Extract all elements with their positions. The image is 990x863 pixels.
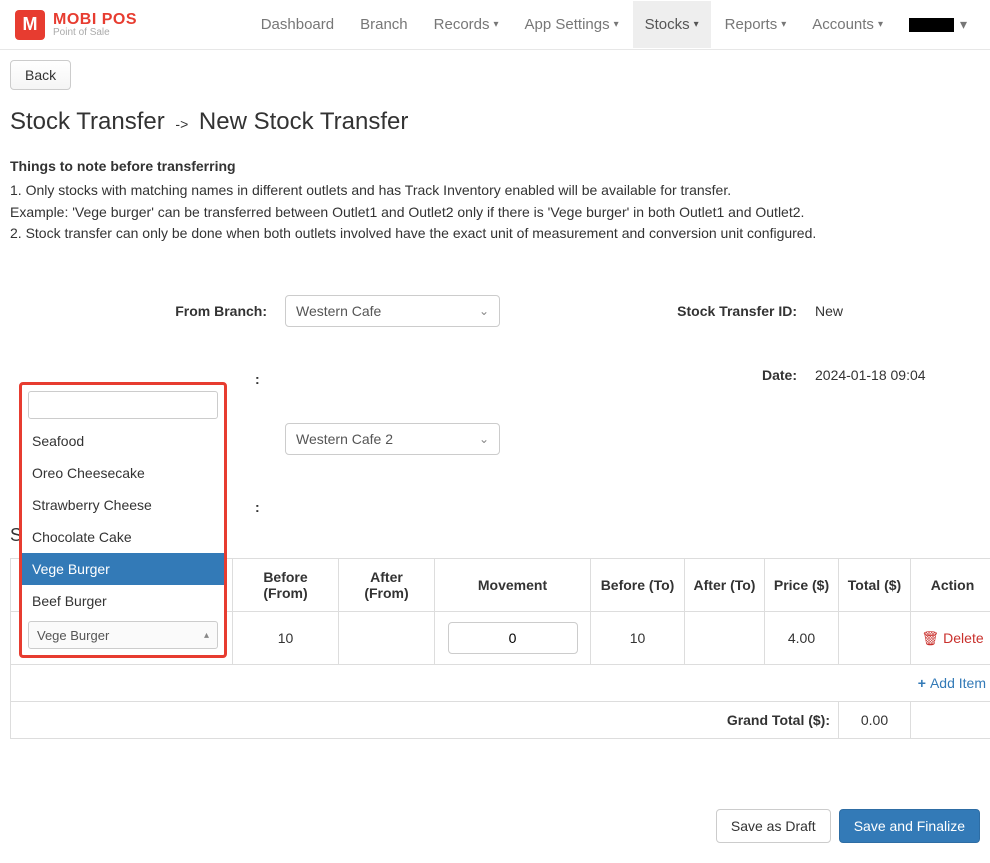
grand-total-action-empty: [911, 702, 990, 739]
obscured-label-tail: :: [255, 371, 260, 387]
date-value: 2024-01-18 09:04: [815, 367, 955, 383]
nav-dashboard[interactable]: Dashboard: [249, 1, 346, 48]
caret-up-icon: ▴: [204, 630, 209, 641]
cell-before-to: 10: [591, 612, 685, 665]
dropdown-option[interactable]: Chocolate Cake: [22, 521, 224, 553]
nav-appsettings[interactable]: App Settings ▾: [513, 1, 631, 48]
transfer-id-value: New: [815, 303, 955, 319]
table-wrapper: Seafood Oreo Cheesecake Strawberry Chees…: [10, 558, 970, 739]
th-after-to: After (To): [685, 559, 765, 612]
cell-before-from: 10: [233, 612, 339, 665]
footer-actions: Save as Draft Save and Finalize: [0, 759, 990, 863]
breadcrumb-current: New Stock Transfer: [199, 108, 408, 135]
item-dropdown-selected-label: Vege Burger: [37, 628, 109, 643]
nav-accounts-label: Accounts: [812, 16, 874, 33]
caret-down-icon: ▾: [960, 16, 967, 33]
from-branch-select[interactable]: Western Cafe ⌄: [285, 295, 500, 327]
movement-input[interactable]: [448, 622, 578, 654]
notes-line: 1. Only stocks with matching names in di…: [10, 180, 980, 202]
item-dropdown-selected-display[interactable]: Vege Burger ▴: [28, 621, 218, 649]
nav-records-label: Records: [434, 16, 490, 33]
nav-dashboard-label: Dashboard: [261, 16, 334, 33]
nav-reports[interactable]: Reports▾: [713, 1, 799, 48]
page-title: Stock Transfer -> New Stock Transfer: [10, 108, 980, 136]
cell-movement: [435, 612, 591, 665]
delete-row-button[interactable]: 🗑Delete: [921, 630, 983, 646]
notes-line: 2. Stock transfer can only be done when …: [10, 223, 980, 245]
delete-label: Delete: [943, 630, 983, 646]
nav-appsettings-label: App Settings: [525, 16, 610, 33]
th-action: Action: [911, 559, 990, 612]
add-item-button[interactable]: +Add Item: [918, 675, 986, 691]
brand-tagline: Point of Sale: [53, 28, 137, 38]
caret-down-icon: ▾: [614, 19, 619, 30]
cell-total: [839, 612, 911, 665]
breadcrumb-root: Stock Transfer: [10, 108, 165, 135]
save-finalize-label: Save and Finalize: [854, 818, 965, 834]
th-total: Total ($): [839, 559, 911, 612]
dropdown-option-highlighted[interactable]: Vege Burger: [22, 553, 224, 585]
nav-menu: Dashboard Branch Records▾ App Settings▾ …: [249, 1, 975, 48]
caret-down-icon: ▾: [878, 19, 883, 30]
dropdown-option[interactable]: Oreo Cheesecake: [22, 457, 224, 489]
breadcrumb-sep: ->: [175, 116, 188, 132]
caret-down-icon: ▾: [781, 19, 786, 30]
th-movement: Movement: [435, 559, 591, 612]
th-before-from: Before (From): [233, 559, 339, 612]
caret-down-icon: ▾: [694, 19, 699, 30]
add-item-row: +Add Item: [11, 665, 990, 702]
navbar: M MOBI POS Point of Sale Dashboard Branc…: [0, 0, 990, 50]
cell-after-from: [339, 612, 435, 665]
save-finalize-button[interactable]: Save and Finalize: [839, 809, 980, 843]
cell-price: 4.00: [765, 612, 839, 665]
nav-user-menu[interactable]: ▾: [897, 1, 975, 48]
th-price: Price ($): [765, 559, 839, 612]
user-redacted: [909, 18, 954, 32]
brand[interactable]: M MOBI POS Point of Sale: [15, 10, 137, 40]
back-label: Back: [25, 67, 56, 83]
trash-icon: 🗑: [921, 630, 939, 646]
cell-after-to: [685, 612, 765, 665]
brand-logo-icon: M: [15, 10, 45, 40]
nav-reports-label: Reports: [725, 16, 778, 33]
dropdown-option[interactable]: Seafood: [22, 425, 224, 457]
date-label: Date:: [660, 367, 815, 383]
plus-icon: +: [918, 675, 926, 691]
nav-records[interactable]: Records ▾: [422, 1, 511, 48]
save-draft-label: Save as Draft: [731, 818, 816, 834]
nav-branch-label: Branch: [360, 16, 408, 33]
transfer-id-label: Stock Transfer ID:: [660, 303, 815, 319]
back-button[interactable]: Back: [10, 60, 71, 90]
from-branch-label: From Branch:: [35, 303, 285, 319]
to-branch-value: Western Cafe 2: [296, 431, 393, 447]
obscured-label-tail: :: [255, 499, 260, 515]
th-after-from: After (From): [339, 559, 435, 612]
nav-accounts[interactable]: Accounts ▾: [800, 1, 895, 48]
nav-branch[interactable]: Branch: [348, 1, 420, 48]
notes-heading: Things to note before transferring: [10, 158, 980, 174]
dropdown-option[interactable]: Strawberry Cheese: [22, 489, 224, 521]
dropdown-option[interactable]: Beef Burger: [22, 585, 224, 617]
brand-name: MOBI POS: [53, 12, 137, 28]
from-branch-value: Western Cafe: [296, 303, 381, 319]
notes-line: Example: 'Vege burger' can be transferre…: [10, 202, 980, 224]
save-draft-button[interactable]: Save as Draft: [716, 809, 831, 843]
chevron-down-icon: ⌄: [479, 432, 489, 446]
th-before-to: Before (To): [591, 559, 685, 612]
nav-stocks[interactable]: Stocks ▾: [633, 1, 711, 48]
item-dropdown-search-input[interactable]: [28, 391, 218, 419]
caret-down-icon: ▾: [494, 19, 499, 30]
chevron-down-icon: ⌄: [479, 304, 489, 318]
grand-total-value: 0.00: [839, 702, 911, 739]
notes-block: Things to note before transferring 1. On…: [10, 158, 980, 245]
add-item-label: Add Item: [930, 675, 986, 691]
item-dropdown-panel: Seafood Oreo Cheesecake Strawberry Chees…: [19, 382, 227, 658]
item-dropdown-list: Seafood Oreo Cheesecake Strawberry Chees…: [22, 425, 224, 617]
nav-stocks-label: Stocks: [645, 16, 690, 33]
to-branch-select[interactable]: Western Cafe 2 ⌄: [285, 423, 500, 455]
cell-action: 🗑Delete: [911, 612, 990, 665]
grand-total-label: Grand Total ($):: [11, 702, 839, 739]
